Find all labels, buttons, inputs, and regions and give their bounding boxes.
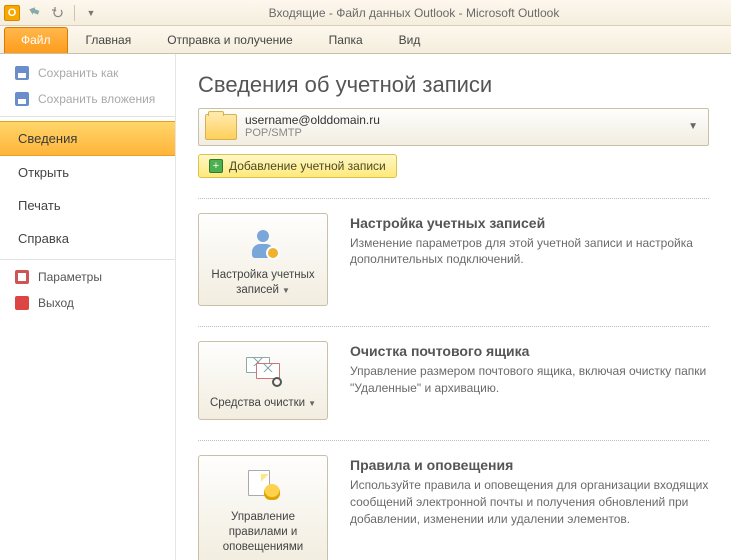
backstage-content: Сведения об учетной записи username@oldd… xyxy=(175,54,731,560)
tab-folder[interactable]: Папка xyxy=(311,27,381,53)
title-bar: O ▼ Входящие - Файл данных Outlook - Mic… xyxy=(0,0,731,26)
rules-desc: Используйте правила и оповещения для орг… xyxy=(350,477,709,527)
tab-home[interactable]: Главная xyxy=(68,27,150,53)
add-account-button[interactable]: + Добавление учетной записи xyxy=(198,154,397,178)
rules-text: Правила и оповещения Используйте правила… xyxy=(350,455,709,560)
page-title: Сведения об учетной записи xyxy=(198,72,709,98)
account-settings-button[interactable]: Настройка учетных записей▼ xyxy=(198,213,328,307)
file-tab[interactable]: Файл xyxy=(4,27,68,53)
tab-send-receive[interactable]: Отправка и получение xyxy=(149,27,310,53)
qat-undo-button[interactable] xyxy=(48,3,68,23)
account-settings-text: Настройка учетных записей Изменение пара… xyxy=(350,213,709,307)
account-settings-desc: Изменение параметров для этой учетной за… xyxy=(350,235,709,269)
exit-button[interactable]: Выход xyxy=(0,290,175,316)
qat-customize-button[interactable]: ▼ xyxy=(81,3,101,23)
undo-icon xyxy=(52,7,64,19)
separator xyxy=(0,116,175,117)
account-folder-icon xyxy=(205,114,237,140)
save-as-label: Сохранить как xyxy=(38,66,118,80)
separator xyxy=(0,259,175,260)
cleanup-tools-button[interactable]: Средства очистки▼ xyxy=(198,341,328,420)
options-button[interactable]: Параметры xyxy=(0,264,175,290)
nav-help[interactable]: Справка xyxy=(0,222,175,255)
backstage: Сохранить как Сохранить вложения Сведени… xyxy=(0,54,731,560)
qat-send-receive-button[interactable] xyxy=(24,3,44,23)
divider xyxy=(198,326,709,327)
rules-heading: Правила и оповещения xyxy=(350,457,709,473)
cleanup-button-label: Средства очистки xyxy=(210,397,305,409)
account-selector[interactable]: username@olddomain.ru POP/SMTP ▼ xyxy=(198,108,709,146)
rules-button-label: Управление правилами и оповещениями xyxy=(223,511,303,553)
account-text: username@olddomain.ru POP/SMTP xyxy=(245,113,684,141)
chevron-down-icon: ▼ xyxy=(282,286,290,295)
ribbon-tabs: Файл Главная Отправка и получение Папка … xyxy=(0,26,731,54)
rules-alerts-button[interactable]: Управление правилами и оповещениями xyxy=(198,455,328,560)
add-account-label: Добавление учетной записи xyxy=(229,159,386,173)
save-icon xyxy=(14,91,30,107)
save-attachments-button: Сохранить вложения xyxy=(0,86,175,112)
account-settings-section: Настройка учетных записей▼ Настройка уче… xyxy=(198,213,709,307)
account-email: username@olddomain.ru xyxy=(245,113,684,127)
save-attachments-label: Сохранить вложения xyxy=(38,92,155,106)
cleanup-heading: Очистка почтового ящика xyxy=(350,343,709,359)
backstage-nav: Сохранить как Сохранить вложения Сведени… xyxy=(0,54,175,560)
cleanup-desc: Управление размером почтового ящика, вкл… xyxy=(350,363,709,397)
save-as-button: Сохранить как xyxy=(0,60,175,86)
outlook-icon: O xyxy=(4,5,20,21)
account-settings-heading: Настройка учетных записей xyxy=(350,215,709,231)
account-protocol: POP/SMTP xyxy=(245,127,684,140)
exit-label: Выход xyxy=(38,296,74,310)
chevron-down-icon: ▼ xyxy=(308,399,316,408)
divider xyxy=(198,198,709,199)
save-icon xyxy=(14,65,30,81)
cleanup-icon xyxy=(205,352,321,390)
account-settings-icon xyxy=(205,224,321,262)
separator xyxy=(74,5,75,21)
divider xyxy=(198,440,709,441)
account-settings-button-label: Настройка учетных записей xyxy=(211,269,314,296)
window-title: Входящие - Файл данных Outlook - Microso… xyxy=(101,6,727,20)
send-receive-icon xyxy=(27,6,41,20)
nav-open[interactable]: Открыть xyxy=(0,156,175,189)
options-label: Параметры xyxy=(38,270,102,284)
quick-access-toolbar: O ▼ xyxy=(4,3,101,23)
rules-icon xyxy=(205,466,321,504)
cleanup-text: Очистка почтового ящика Управление разме… xyxy=(350,341,709,420)
nav-info[interactable]: Сведения xyxy=(0,121,175,156)
options-icon xyxy=(14,269,30,285)
plus-icon: + xyxy=(209,159,223,173)
exit-icon xyxy=(14,295,30,311)
chevron-down-icon: ▼ xyxy=(684,121,702,132)
nav-print[interactable]: Печать xyxy=(0,189,175,222)
rules-section: Управление правилами и оповещениями Прав… xyxy=(198,455,709,560)
tab-view[interactable]: Вид xyxy=(381,27,439,53)
cleanup-section: Средства очистки▼ Очистка почтового ящик… xyxy=(198,341,709,420)
